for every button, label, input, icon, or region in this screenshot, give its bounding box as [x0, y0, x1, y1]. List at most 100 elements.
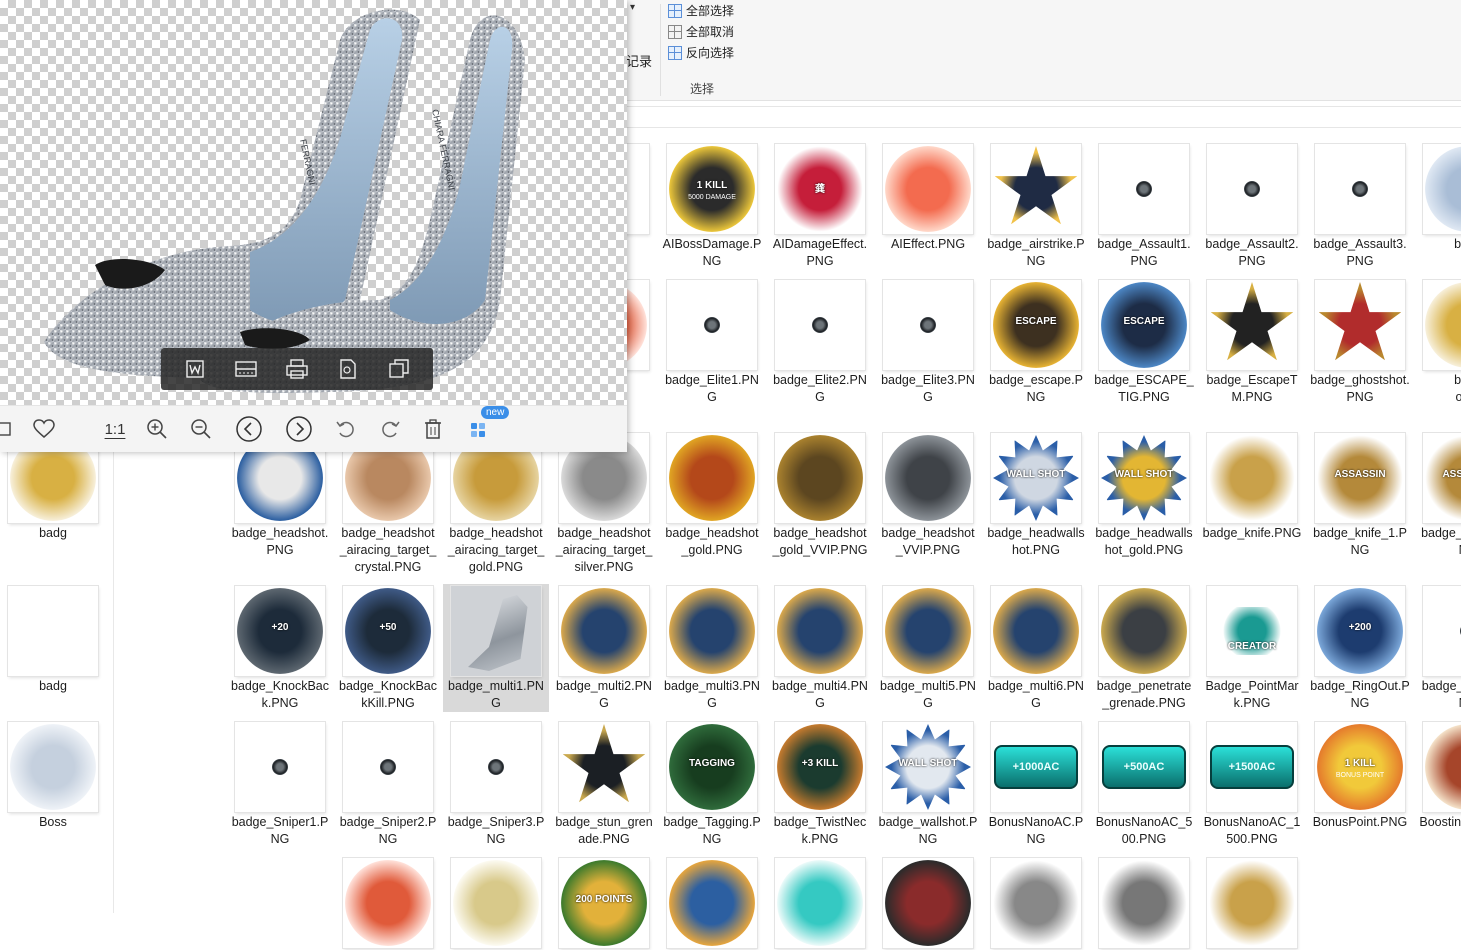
badge-caption: +3 KILL — [801, 758, 839, 769]
file-item[interactable]: badge_Sniper1.PNG — [227, 720, 333, 848]
zoom-out-button[interactable] — [187, 416, 215, 442]
file-item[interactable]: ASSASSIN badge_knife_1.PNG — [1307, 431, 1413, 559]
file-item[interactable] — [1091, 856, 1197, 950]
file-item[interactable]: badg oreo — [1415, 278, 1461, 406]
copy-button[interactable] — [386, 356, 412, 382]
info-button[interactable] — [0, 416, 18, 442]
badge-dot-icon — [1136, 181, 1152, 197]
file-item[interactable]: badge_Scout1.PNG — [1415, 584, 1461, 712]
file-item[interactable] — [1199, 856, 1305, 950]
file-item[interactable]: badge_multi6.PNG — [983, 584, 1089, 712]
file-item[interactable]: Boss — [0, 720, 106, 831]
file-name: badge_Assault3.PNG — [1313, 237, 1407, 268]
file-item[interactable]: badge_headshot_gold.PNG — [659, 431, 765, 559]
file-item[interactable]: badge_multi2.PNG — [551, 584, 657, 712]
file-thumbnail: 1 KILL 5000 DAMAGE — [667, 144, 757, 234]
file-item[interactable]: badge_multi5.PNG — [875, 584, 981, 712]
file-item[interactable]: badge_Assault3.PNG — [1307, 142, 1413, 270]
file-item[interactable] — [983, 856, 1089, 950]
file-item[interactable]: badg — [1415, 142, 1461, 253]
file-item[interactable]: badge_headshot_airacing_target_silver.PN… — [551, 431, 657, 576]
file-item[interactable]: badge_ghostshot.PNG — [1307, 278, 1413, 406]
badge-caption: ASSASSIN — [1334, 469, 1386, 480]
file-name: badge_stun_grenade.PNG — [555, 815, 653, 846]
file-name: BonusNanoAC_1500.PNG — [1203, 815, 1301, 846]
badge-dot-icon — [1352, 181, 1368, 197]
file-item[interactable]: BoostingMark.PNG — [1415, 720, 1461, 848]
file-item[interactable]: WALL SHOT badge_headwallshot_gold.PNG — [1091, 431, 1197, 559]
file-item[interactable]: badge_EscapeTM.PNG — [1199, 278, 1305, 406]
file-item[interactable]: WALL SHOT badge_wallshot.PNG — [875, 720, 981, 848]
zoom-in-icon — [147, 419, 167, 439]
file-name: badge_multi4.PNG — [772, 679, 868, 710]
file-item[interactable]: badge_Elite1.PNG — [659, 278, 765, 406]
file-item[interactable]: badge_Sniper2.PNG — [335, 720, 441, 848]
file-item[interactable]: TAGGING badge_Tagging.PNG — [659, 720, 765, 848]
1kill-gold-icon: 1 KILL 5000 DAMAGE — [669, 146, 755, 232]
file-item[interactable]: badge_headshot_VVIP.PNG — [875, 431, 981, 559]
file-item[interactable] — [659, 856, 765, 950]
file-item[interactable]: badge_multi3.PNG — [659, 584, 765, 712]
file-item[interactable]: +500AC BonusNanoAC_500.PNG — [1091, 720, 1197, 848]
file-item[interactable]: badge_multi4.PNG — [767, 584, 873, 712]
floating-image-toolbar — [161, 348, 433, 390]
file-item[interactable]: badge_Assault1.PNG — [1091, 142, 1197, 270]
file-item[interactable]: CREATOR Badge_PointMark.PNG — [1199, 584, 1305, 712]
file-thumbnail — [1207, 280, 1297, 370]
rotate-left-button[interactable] — [332, 416, 360, 442]
print-button[interactable] — [284, 356, 310, 382]
file-item[interactable]: +3 KILL badge_TwistNeck.PNG — [767, 720, 873, 848]
file-item[interactable]: badge_penetrate_grenade.PNG — [1091, 584, 1197, 712]
file-name: badg — [39, 679, 67, 693]
previous-image-button[interactable] — [235, 416, 263, 442]
file-item[interactable]: +1500AC BonusNanoAC_1500.PNG — [1199, 720, 1305, 848]
file-item[interactable]: 200 POINTS — [551, 856, 657, 950]
file-item[interactable]: 1 KILL 5000 DAMAGE AIBossDamage.PNG — [659, 142, 765, 270]
file-item[interactable]: AIEffect.PNG — [875, 142, 981, 253]
file-item[interactable]: badg — [0, 584, 106, 695]
delete-button[interactable] — [419, 416, 447, 442]
file-item[interactable]: badge_stun_grenade.PNG — [551, 720, 657, 848]
rotate-right-button[interactable] — [376, 416, 404, 442]
file-item[interactable]: 1 KILL BONUS POINT BonusPoint.PNG — [1307, 720, 1413, 831]
file-item[interactable]: badge_Elite2.PNG — [767, 278, 873, 406]
file-item[interactable]: badge_Elite3.PNG — [875, 278, 981, 406]
file-item[interactable]: ASSASSIN badge_knife_2.PNG — [1415, 431, 1461, 559]
scan-button[interactable] — [233, 356, 259, 382]
favorite-button[interactable] — [30, 416, 58, 442]
file-item[interactable]: +20 badge_KnockBack.PNG — [227, 584, 333, 712]
file-item[interactable] — [443, 856, 549, 950]
file-item[interactable]: WALL SHOT badge_headwallshot.PNG — [983, 431, 1089, 559]
file-name: badge_EscapeTM.PNG — [1206, 373, 1298, 404]
file-item[interactable]: badge_Sniper3.PNG — [443, 720, 549, 848]
file-item[interactable]: +1000AC BonusNanoAC.PNG — [983, 720, 1089, 848]
image-canvas[interactable]: FERRAGNI CHIARA FERRAGNI — [0, 0, 627, 405]
pdf-convert-button[interactable] — [335, 356, 361, 382]
file-item[interactable]: badge_knife.PNG — [1199, 431, 1305, 542]
file-item[interactable]: +50 badge_KnockBackKill.PNG — [335, 584, 441, 712]
file-item[interactable]: badge_multi1.PNG — [443, 584, 549, 712]
file-item[interactable]: ESCAPE badge_escape.PNG — [983, 278, 1089, 406]
file-name: badg — [39, 526, 67, 540]
word-extract-button[interactable] — [182, 356, 208, 382]
file-item[interactable] — [767, 856, 873, 950]
file-item[interactable]: badge_headshot_airacing_target_crystal.P… — [335, 431, 441, 576]
file-name: AIBossDamage.PNG — [662, 237, 762, 268]
file-item[interactable] — [875, 856, 981, 950]
next-image-button[interactable] — [285, 416, 313, 442]
zoom-in-button[interactable] — [143, 416, 171, 442]
file-thumbnail — [991, 144, 1081, 234]
file-name: badge_ESCAPE_TIG.PNG — [1094, 373, 1194, 404]
file-item[interactable]: badge_headshot_airacing_target_gold.PNG — [443, 431, 549, 576]
file-item[interactable]: badge_headshot_gold_VVIP.PNG — [767, 431, 873, 559]
file-item[interactable]: ESCAPE badge_ESCAPE_TIG.PNG — [1091, 278, 1197, 406]
badge-caption: ESCAPE — [1015, 316, 1057, 327]
file-item[interactable]: +200 badge_RingOut.PNG — [1307, 584, 1413, 712]
actual-size-button[interactable]: 1:1 — [98, 416, 132, 442]
apps-button[interactable] — [465, 416, 493, 442]
file-name: badge_knife_2.PNG — [1421, 526, 1461, 557]
file-item[interactable]: badge_airstrike.PNG — [983, 142, 1089, 270]
file-item[interactable]: 龚 AIDamageEffect.PNG — [767, 142, 873, 270]
file-item[interactable]: badge_Assault2.PNG — [1199, 142, 1305, 270]
file-item[interactable] — [335, 856, 441, 950]
